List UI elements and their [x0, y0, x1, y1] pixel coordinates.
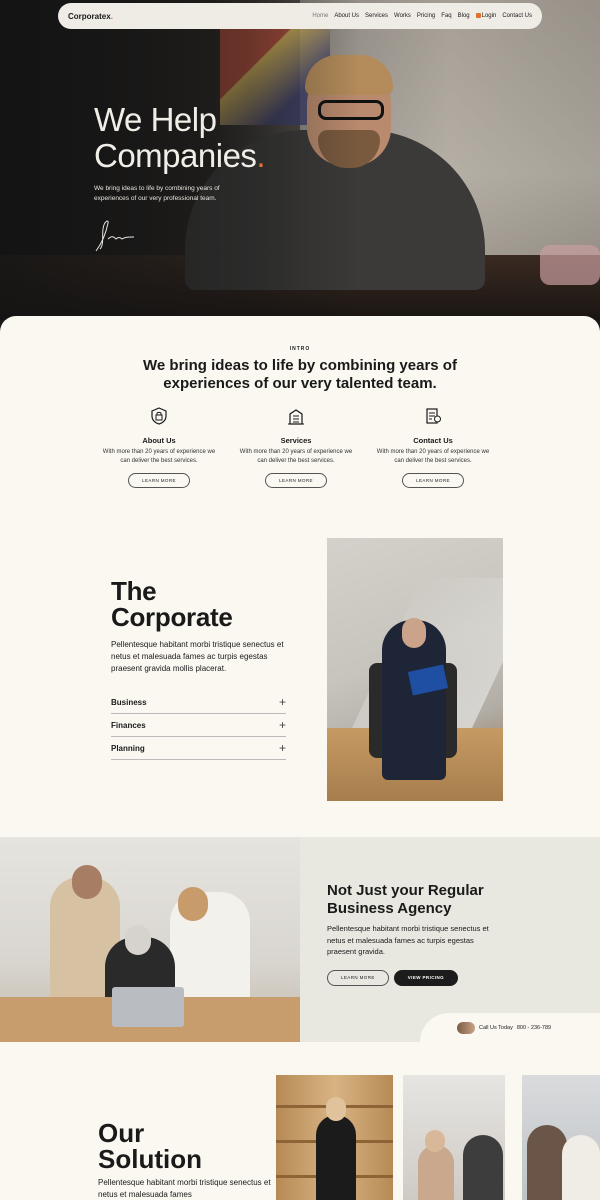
top-navbar: Corporatex. Home About Us Services Works…	[58, 3, 542, 29]
hero-pink-chair	[540, 245, 600, 285]
feature-desc: With more than 20 years of experience we…	[376, 449, 490, 464]
photo-person-head	[326, 1097, 346, 1121]
corporate-title: The Corporate	[111, 578, 233, 630]
feature-contact-us: Contact Us With more than 20 years of ex…	[373, 406, 493, 488]
accordion-finances[interactable]: Finances +	[111, 714, 286, 737]
site-logo[interactable]: Corporatex.	[68, 12, 113, 21]
solution-image-2	[403, 1075, 505, 1200]
corporate-title-line2: Corporate	[111, 602, 233, 632]
plus-icon: +	[278, 695, 286, 709]
hero-title-dot: .	[256, 137, 266, 174]
hero-title-line2: Companies	[94, 137, 257, 174]
learn-more-button[interactable]: LEARN MORE	[128, 473, 190, 488]
call-us[interactable]: Call Us Today 800 - 236-789	[457, 1022, 551, 1034]
nav-menu: Home About Us Services Works Pricing Faq…	[312, 12, 532, 20]
nav-item-login[interactable]: Login	[475, 12, 497, 20]
feature-services: Services With more than 20 years of expe…	[236, 406, 356, 488]
solution-description: Pellentesque habitant morbi tristique se…	[98, 1178, 271, 1199]
hero-subtitle: We bring ideas to life by combining year…	[94, 185, 220, 202]
main-panel: INTRO We bring ideas to life by combinin…	[0, 316, 600, 1200]
avatar	[457, 1022, 475, 1034]
feature-desc: With more than 20 years of experience we…	[102, 449, 216, 464]
nav-item-login-label: Login	[481, 13, 497, 20]
photo-man-head	[402, 618, 426, 648]
nav-item-about-us[interactable]: About Us	[334, 13, 359, 19]
plus-icon: +	[278, 741, 286, 755]
photo-head-1	[72, 865, 102, 899]
plus-icon: +	[278, 718, 286, 732]
nav-item-blog[interactable]: Blog	[458, 13, 470, 19]
agency-description: Pellentesque habitant morbi tristique se…	[327, 924, 489, 956]
feature-title: Services	[280, 436, 312, 445]
feature-title: About Us	[142, 436, 176, 445]
learn-more-button[interactable]: LEARN MORE	[402, 473, 464, 488]
photo-person	[418, 1145, 454, 1200]
corporate-photo	[327, 538, 503, 801]
solution-image-3	[522, 1075, 600, 1200]
agency-title: Not Just your Regular Business Agency	[327, 882, 484, 917]
intro-label: INTRO	[289, 346, 311, 352]
photo-head-3	[178, 887, 208, 921]
solution-title: Our Solution	[98, 1120, 202, 1172]
nav-item-services[interactable]: Services	[365, 13, 388, 19]
solution-image-1	[276, 1075, 393, 1200]
view-pricing-button[interactable]: VIEW PRICING	[393, 970, 459, 986]
hero-section: Corporatex. Home About Us Services Works…	[0, 0, 600, 320]
agency-photo	[0, 837, 300, 1042]
nav-item-works[interactable]: Works	[394, 13, 411, 19]
lock-icon	[475, 12, 481, 18]
nav-item-contact-us[interactable]: Contact Us	[502, 13, 532, 19]
learn-more-button[interactable]: LEARN MORE	[265, 473, 327, 488]
corporate-description: Pellentesque habitant morbi tristique se…	[111, 640, 284, 673]
agency-buttons: LEARN MORE VIEW PRICING	[327, 970, 459, 986]
photo-person	[527, 1125, 567, 1200]
learn-more-button[interactable]: LEARN MORE	[327, 970, 389, 986]
feature-title: Contact Us	[413, 436, 453, 445]
hero-title-line1: We Help	[94, 101, 217, 138]
accordion-business[interactable]: Business +	[111, 691, 286, 714]
signature-icon	[95, 220, 135, 252]
intro-title: We bring ideas to life by combining year…	[143, 357, 457, 392]
nav-item-home[interactable]: Home	[312, 13, 328, 19]
feature-about-us: About Us With more than 20 years of expe…	[99, 406, 219, 488]
nav-item-pricing[interactable]: Pricing	[417, 13, 435, 19]
solution-title-line2: Solution	[98, 1144, 202, 1174]
call-label: Call Us Today	[479, 1025, 513, 1031]
photo-laptop	[112, 987, 184, 1027]
photo-person	[316, 1115, 356, 1200]
accordion-label: Business	[111, 697, 147, 707]
call-number[interactable]: 800 - 236-789	[517, 1025, 551, 1031]
nav-item-faq[interactable]: Faq	[441, 13, 451, 19]
photo-person	[463, 1135, 503, 1200]
accordion-label: Finances	[111, 720, 146, 730]
feature-desc: With more than 20 years of experience we…	[239, 449, 353, 464]
document-edit-icon	[426, 408, 441, 424]
shield-lock-icon	[151, 407, 167, 425]
accordion-label: Planning	[111, 743, 145, 753]
photo-head-2	[125, 925, 151, 955]
accordion-planning[interactable]: Planning +	[111, 737, 286, 760]
photo-person	[562, 1135, 600, 1200]
photo-person-head	[425, 1130, 445, 1152]
hero-title: We Help Companies.	[94, 101, 266, 174]
building-icon	[288, 409, 304, 425]
